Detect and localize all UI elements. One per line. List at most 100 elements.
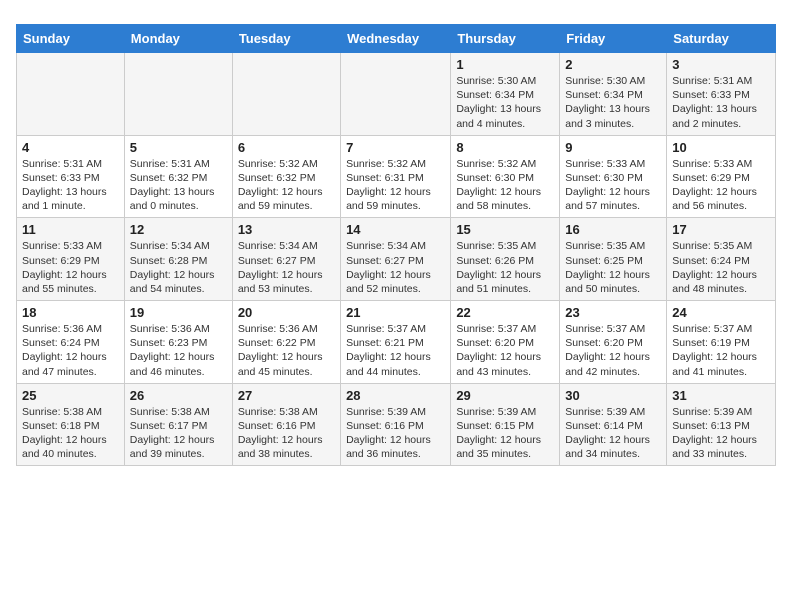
day-info: Sunrise: 5:38 AM Sunset: 6:18 PM Dayligh… <box>22 405 119 462</box>
header-cell-wednesday: Wednesday <box>341 25 451 53</box>
week-row-1: 1 Sunrise: 5:30 AM Sunset: 6:34 PM Daylig… <box>17 53 776 136</box>
day-cell: 6 Sunrise: 5:32 AM Sunset: 6:32 PM Daylig… <box>232 135 340 218</box>
day-cell: 5 Sunrise: 5:31 AM Sunset: 6:32 PM Daylig… <box>124 135 232 218</box>
day-info: Sunrise: 5:32 AM Sunset: 6:30 PM Dayligh… <box>456 157 554 214</box>
day-number: 19 <box>130 305 227 320</box>
day-cell: 1 Sunrise: 5:30 AM Sunset: 6:34 PM Daylig… <box>451 53 560 136</box>
day-number: 8 <box>456 140 554 155</box>
header-cell-friday: Friday <box>560 25 667 53</box>
day-cell <box>341 53 451 136</box>
day-info: Sunrise: 5:39 AM Sunset: 6:14 PM Dayligh… <box>565 405 661 462</box>
day-number: 17 <box>672 222 770 237</box>
day-cell: 26Sunrise: 5:38 AM Sunset: 6:17 PM Dayli… <box>124 383 232 466</box>
day-info: Sunrise: 5:35 AM Sunset: 6:24 PM Dayligh… <box>672 239 770 296</box>
day-number: 24 <box>672 305 770 320</box>
header-cell-thursday: Thursday <box>451 25 560 53</box>
day-info: Sunrise: 5:39 AM Sunset: 6:13 PM Dayligh… <box>672 405 770 462</box>
day-number: 31 <box>672 388 770 403</box>
day-number: 14 <box>346 222 445 237</box>
day-info: Sunrise: 5:33 AM Sunset: 6:30 PM Dayligh… <box>565 157 661 214</box>
day-info: Sunrise: 5:37 AM Sunset: 6:20 PM Dayligh… <box>456 322 554 379</box>
week-row-2: 4 Sunrise: 5:31 AM Sunset: 6:33 PM Daylig… <box>17 135 776 218</box>
day-cell: 19Sunrise: 5:36 AM Sunset: 6:23 PM Dayli… <box>124 301 232 384</box>
day-info: Sunrise: 5:33 AM Sunset: 6:29 PM Dayligh… <box>22 239 119 296</box>
day-number: 1 <box>456 57 554 72</box>
day-number: 20 <box>238 305 335 320</box>
day-info: Sunrise: 5:34 AM Sunset: 6:27 PM Dayligh… <box>238 239 335 296</box>
day-number: 13 <box>238 222 335 237</box>
day-cell: 4 Sunrise: 5:31 AM Sunset: 6:33 PM Daylig… <box>17 135 125 218</box>
day-cell: 8 Sunrise: 5:32 AM Sunset: 6:30 PM Daylig… <box>451 135 560 218</box>
day-cell: 14 Sunrise: 5:34 AM Sunset: 6:27 PM Dayli… <box>341 218 451 301</box>
day-cell <box>17 53 125 136</box>
day-cell: 3Sunrise: 5:31 AM Sunset: 6:33 PM Daylig… <box>667 53 776 136</box>
day-number: 5 <box>130 140 227 155</box>
day-info: Sunrise: 5:37 AM Sunset: 6:19 PM Dayligh… <box>672 322 770 379</box>
header-cell-sunday: Sunday <box>17 25 125 53</box>
day-cell: 2 Sunrise: 5:30 AM Sunset: 6:34 PM Daylig… <box>560 53 667 136</box>
day-number: 21 <box>346 305 445 320</box>
day-number: 11 <box>22 222 119 237</box>
day-info: Sunrise: 5:39 AM Sunset: 6:15 PM Dayligh… <box>456 405 554 462</box>
day-number: 12 <box>130 222 227 237</box>
header-row: SundayMondayTuesdayWednesdayThursdayFrid… <box>17 25 776 53</box>
day-number: 22 <box>456 305 554 320</box>
day-info: Sunrise: 5:30 AM Sunset: 6:34 PM Dayligh… <box>565 74 661 131</box>
day-info: Sunrise: 5:37 AM Sunset: 6:21 PM Dayligh… <box>346 322 445 379</box>
day-number: 6 <box>238 140 335 155</box>
day-info: Sunrise: 5:38 AM Sunset: 6:16 PM Dayligh… <box>238 405 335 462</box>
day-cell: 30 Sunrise: 5:39 AM Sunset: 6:14 PM Dayli… <box>560 383 667 466</box>
day-cell: 21 Sunrise: 5:37 AM Sunset: 6:21 PM Dayli… <box>341 301 451 384</box>
day-cell <box>124 53 232 136</box>
day-number: 15 <box>456 222 554 237</box>
day-info: Sunrise: 5:36 AM Sunset: 6:24 PM Dayligh… <box>22 322 119 379</box>
day-number: 4 <box>22 140 119 155</box>
day-number: 30 <box>565 388 661 403</box>
day-cell: 12 Sunrise: 5:34 AM Sunset: 6:28 PM Dayli… <box>124 218 232 301</box>
day-cell: 22 Sunrise: 5:37 AM Sunset: 6:20 PM Dayli… <box>451 301 560 384</box>
calendar-table: SundayMondayTuesdayWednesdayThursdayFrid… <box>16 24 776 466</box>
day-info: Sunrise: 5:31 AM Sunset: 6:33 PM Dayligh… <box>672 74 770 131</box>
day-number: 26 <box>130 388 227 403</box>
day-info: Sunrise: 5:34 AM Sunset: 6:27 PM Dayligh… <box>346 239 445 296</box>
day-info: Sunrise: 5:30 AM Sunset: 6:34 PM Dayligh… <box>456 74 554 131</box>
day-cell: 31 Sunrise: 5:39 AM Sunset: 6:13 PM Dayli… <box>667 383 776 466</box>
day-cell: 29 Sunrise: 5:39 AM Sunset: 6:15 PM Dayli… <box>451 383 560 466</box>
week-row-3: 11 Sunrise: 5:33 AM Sunset: 6:29 PM Dayli… <box>17 218 776 301</box>
day-info: Sunrise: 5:31 AM Sunset: 6:32 PM Dayligh… <box>130 157 227 214</box>
day-cell: 18Sunrise: 5:36 AM Sunset: 6:24 PM Dayli… <box>17 301 125 384</box>
header-cell-monday: Monday <box>124 25 232 53</box>
day-info: Sunrise: 5:35 AM Sunset: 6:25 PM Dayligh… <box>565 239 661 296</box>
day-info: Sunrise: 5:34 AM Sunset: 6:28 PM Dayligh… <box>130 239 227 296</box>
day-cell: 9 Sunrise: 5:33 AM Sunset: 6:30 PM Daylig… <box>560 135 667 218</box>
header-cell-tuesday: Tuesday <box>232 25 340 53</box>
day-cell: 23Sunrise: 5:37 AM Sunset: 6:20 PM Dayli… <box>560 301 667 384</box>
day-info: Sunrise: 5:35 AM Sunset: 6:26 PM Dayligh… <box>456 239 554 296</box>
day-cell: 25 Sunrise: 5:38 AM Sunset: 6:18 PM Dayli… <box>17 383 125 466</box>
day-cell: 20 Sunrise: 5:36 AM Sunset: 6:22 PM Dayli… <box>232 301 340 384</box>
day-cell: 24 Sunrise: 5:37 AM Sunset: 6:19 PM Dayli… <box>667 301 776 384</box>
day-cell: 16 Sunrise: 5:35 AM Sunset: 6:25 PM Dayli… <box>560 218 667 301</box>
day-number: 2 <box>565 57 661 72</box>
day-number: 28 <box>346 388 445 403</box>
day-cell: 15 Sunrise: 5:35 AM Sunset: 6:26 PM Dayli… <box>451 218 560 301</box>
day-number: 27 <box>238 388 335 403</box>
day-number: 7 <box>346 140 445 155</box>
day-number: 25 <box>22 388 119 403</box>
day-number: 10 <box>672 140 770 155</box>
day-cell: 27 Sunrise: 5:38 AM Sunset: 6:16 PM Dayli… <box>232 383 340 466</box>
day-number: 29 <box>456 388 554 403</box>
day-info: Sunrise: 5:31 AM Sunset: 6:33 PM Dayligh… <box>22 157 119 214</box>
day-number: 23 <box>565 305 661 320</box>
day-cell: 11 Sunrise: 5:33 AM Sunset: 6:29 PM Dayli… <box>17 218 125 301</box>
day-info: Sunrise: 5:36 AM Sunset: 6:22 PM Dayligh… <box>238 322 335 379</box>
day-number: 9 <box>565 140 661 155</box>
calendar-header: SundayMondayTuesdayWednesdayThursdayFrid… <box>17 25 776 53</box>
day-info: Sunrise: 5:39 AM Sunset: 6:16 PM Dayligh… <box>346 405 445 462</box>
day-number: 16 <box>565 222 661 237</box>
week-row-5: 25 Sunrise: 5:38 AM Sunset: 6:18 PM Dayli… <box>17 383 776 466</box>
day-info: Sunrise: 5:32 AM Sunset: 6:32 PM Dayligh… <box>238 157 335 214</box>
day-info: Sunrise: 5:32 AM Sunset: 6:31 PM Dayligh… <box>346 157 445 214</box>
day-info: Sunrise: 5:33 AM Sunset: 6:29 PM Dayligh… <box>672 157 770 214</box>
day-cell: 28 Sunrise: 5:39 AM Sunset: 6:16 PM Dayli… <box>341 383 451 466</box>
